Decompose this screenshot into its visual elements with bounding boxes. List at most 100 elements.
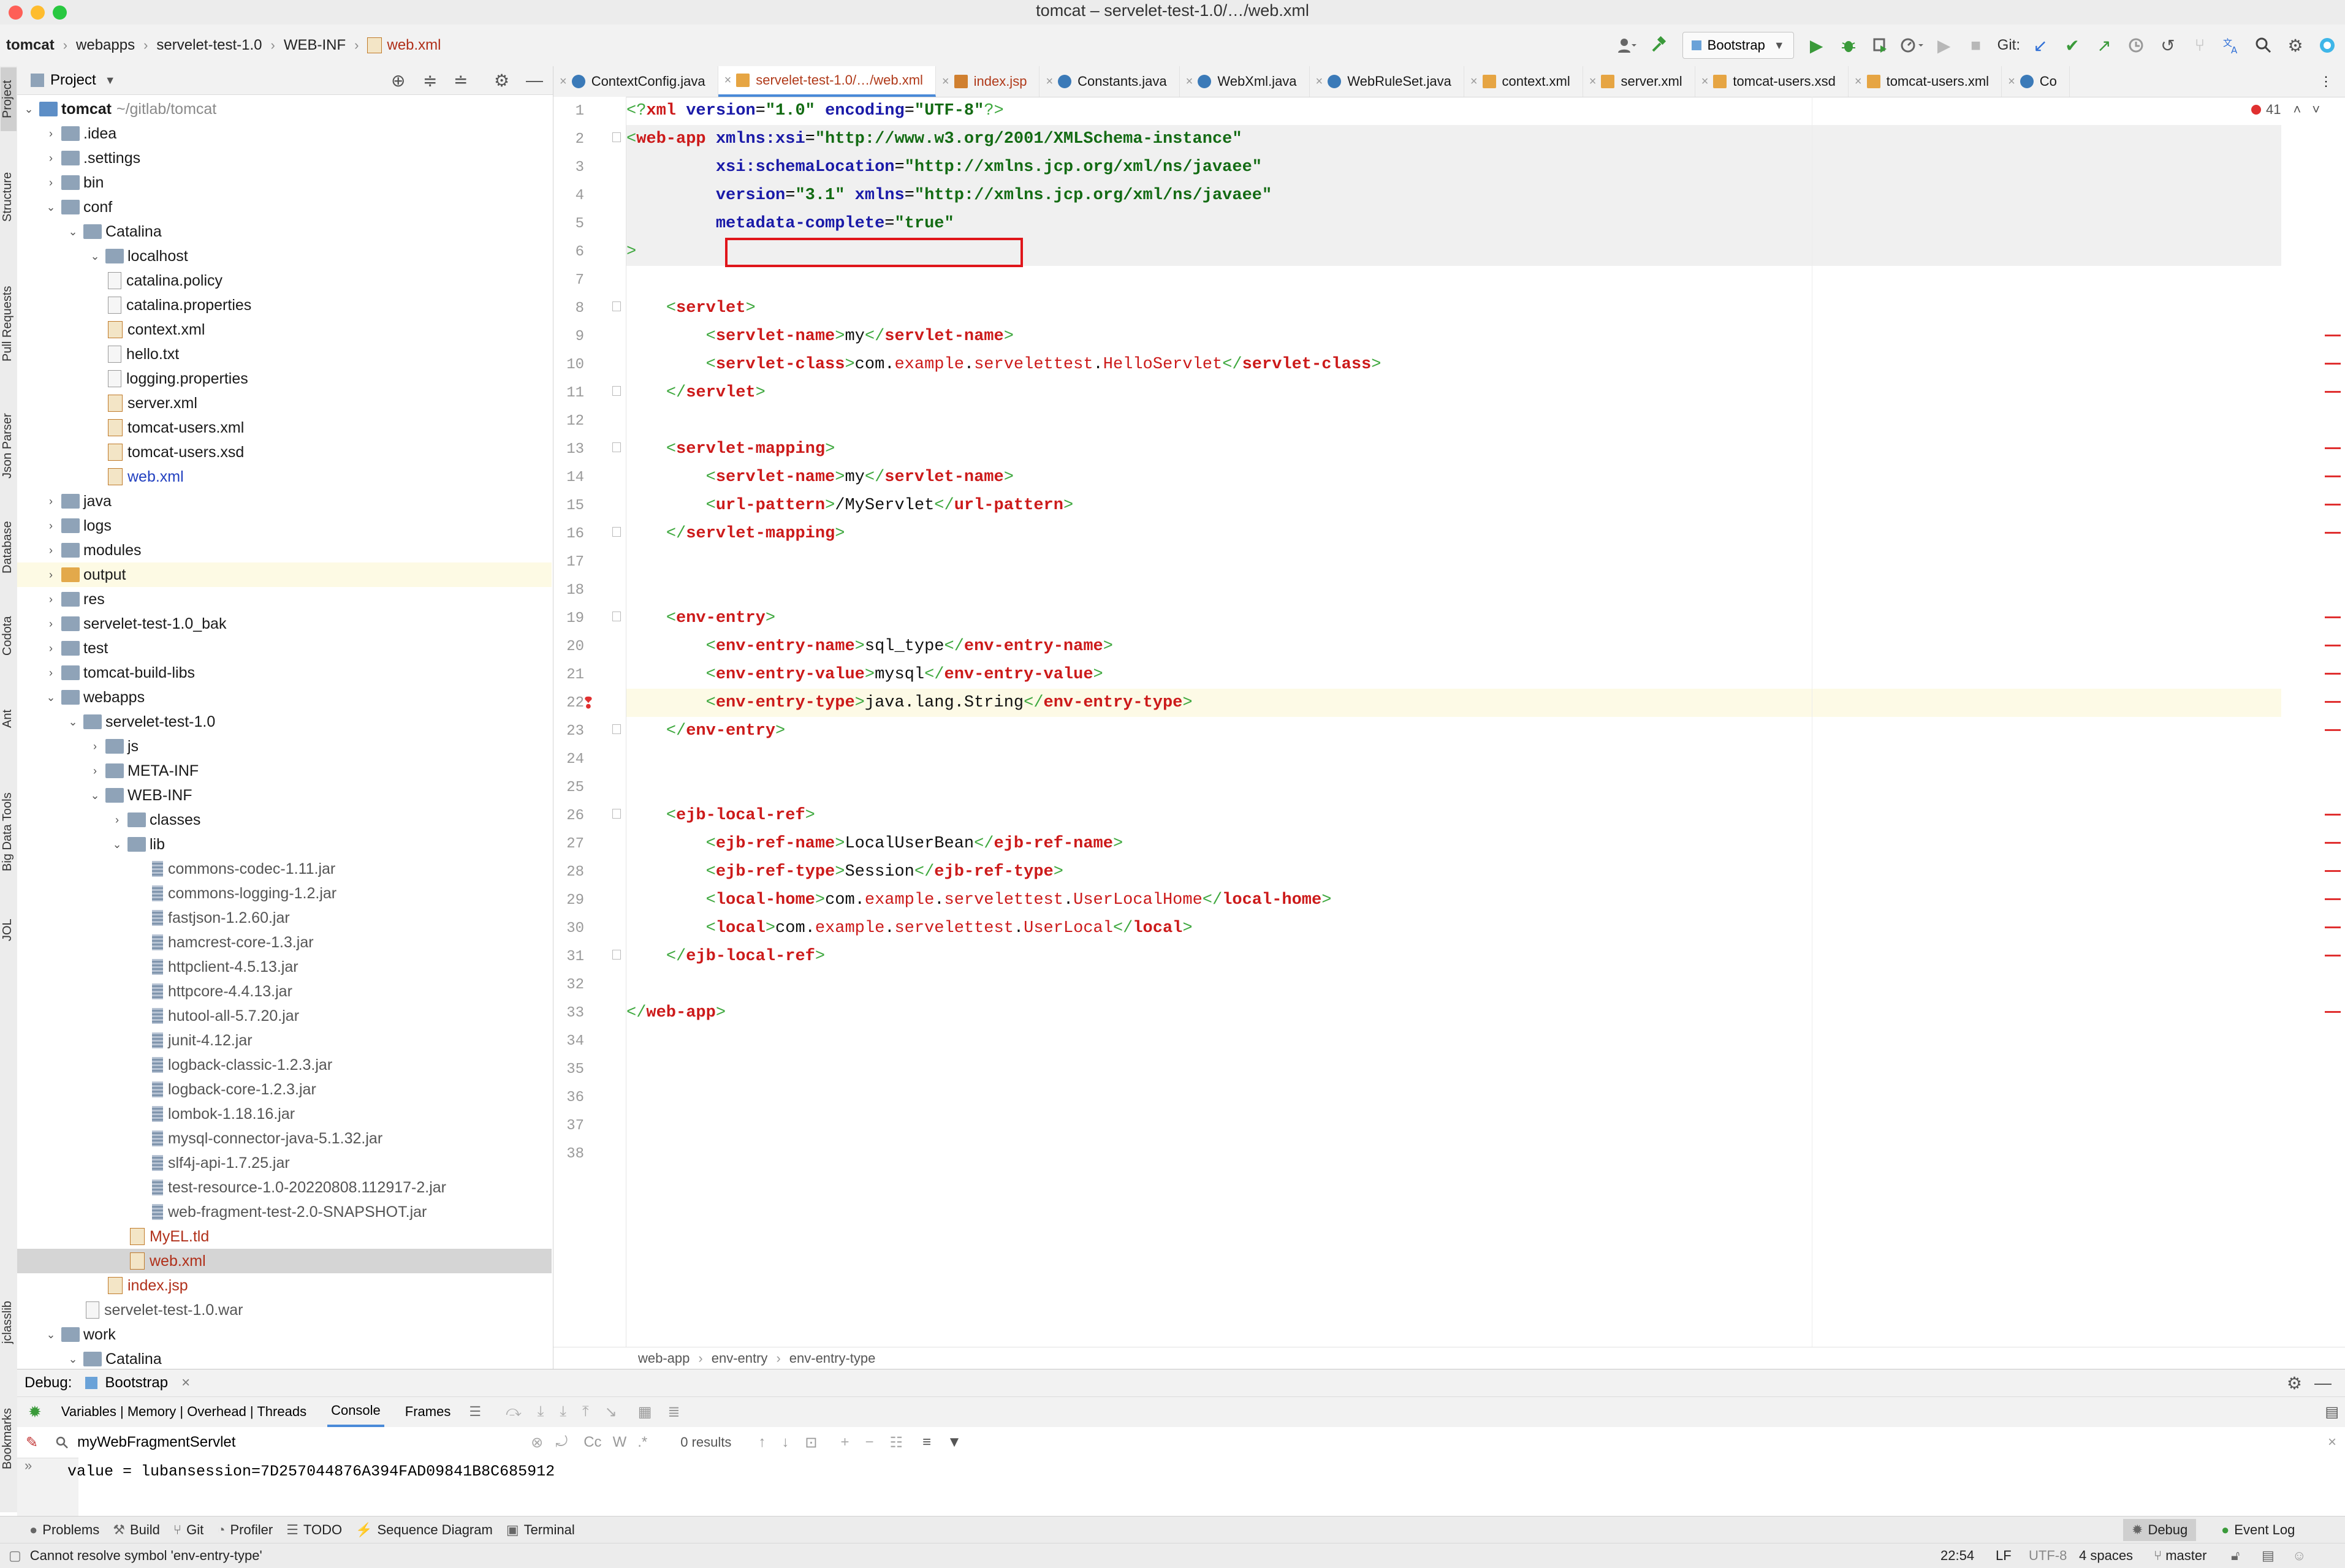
tree-item[interactable]: › test xyxy=(17,636,552,661)
code-line[interactable]: </servlet> xyxy=(626,379,2281,407)
expand-all-icon[interactable]: ≑ xyxy=(423,70,437,91)
tree-item[interactable]: httpcore-4.4.13.jar xyxy=(17,979,552,1004)
breadcrumb-item-web-inf[interactable]: WEB-INF xyxy=(284,37,346,54)
tool-todo[interactable]: ☰ TODO xyxy=(286,1522,342,1538)
tree-item[interactable]: httpclient-4.5.13.jar xyxy=(17,955,552,979)
tree-item[interactable]: › tomcat-build-libs xyxy=(17,661,552,685)
editor-tab[interactable]: × tomcat-users.xsd xyxy=(1695,66,1849,97)
line-number[interactable]: 33 xyxy=(553,1005,584,1021)
regex-toggle[interactable]: .* xyxy=(637,1434,647,1451)
line-number[interactable]: 30 xyxy=(553,920,584,937)
line-number[interactable]: 29 xyxy=(553,892,584,909)
settings-gear-icon[interactable]: ⚙ xyxy=(2281,31,2309,59)
next-occurrence-icon[interactable]: ↓ xyxy=(781,1434,789,1451)
hide-panel-icon[interactable]: — xyxy=(526,70,543,90)
line-number[interactable]: 4 xyxy=(553,187,584,204)
chevron-down-icon[interactable]: ˅ xyxy=(2312,102,2320,118)
force-step-into-icon[interactable]: ⤓ xyxy=(560,1403,566,1420)
code-line[interactable]: <env-entry-value>mysql</env-entry-value> xyxy=(626,661,2281,689)
error-stripe-marker[interactable] xyxy=(2325,391,2341,393)
regex-history-icon[interactable]: ⤾ xyxy=(555,1434,568,1451)
tree-item[interactable]: logging.properties xyxy=(17,366,552,391)
code-line[interactable] xyxy=(626,773,2281,801)
line-number[interactable]: 26 xyxy=(553,808,584,824)
line-number[interactable]: 36 xyxy=(553,1089,584,1106)
error-stripe-marker[interactable] xyxy=(2325,616,2341,618)
fold-marker-icon[interactable] xyxy=(612,386,621,396)
code-line[interactable] xyxy=(626,266,2281,294)
chevron-right-icon[interactable]: › xyxy=(43,642,59,655)
chevron-right-icon[interactable]: › xyxy=(43,569,59,581)
history-icon[interactable] xyxy=(2122,31,2150,59)
resume-icon[interactable]: ▶ xyxy=(1930,31,1958,59)
code-line[interactable]: <ejb-local-ref> xyxy=(626,801,2281,830)
code-line[interactable]: <env-entry-type>java.lang.String</env-en… xyxy=(626,689,2281,717)
code-line[interactable] xyxy=(626,1027,2281,1055)
error-stripe-marker[interactable] xyxy=(2325,926,2341,928)
error-stripe-marker[interactable] xyxy=(2325,729,2341,731)
previous-occurrence-icon[interactable]: ↑ xyxy=(758,1434,766,1451)
chevron-right-icon[interactable]: › xyxy=(43,176,59,189)
line-number[interactable]: 32 xyxy=(553,977,584,993)
hide-panel-icon[interactable]: — xyxy=(2314,1373,2332,1393)
breadcrumb-item-webapps[interactable]: webapps xyxy=(76,37,135,54)
step-into-icon[interactable]: ⤓ xyxy=(538,1403,544,1420)
line-number[interactable]: 5 xyxy=(553,216,584,232)
step-over-icon[interactable]: ⤼ xyxy=(506,1403,522,1420)
error-stripe-marker[interactable] xyxy=(2325,814,2341,816)
tool-git[interactable]: ⑂ Git xyxy=(173,1522,203,1538)
tree-item[interactable]: › java xyxy=(17,489,552,513)
code-line[interactable] xyxy=(626,1083,2281,1112)
chevron-right-icon[interactable]: › xyxy=(109,814,125,827)
tree-item[interactable]: slf4j-api-1.7.25.jar xyxy=(17,1151,552,1175)
code-line[interactable]: <web-app xmlns:xsi="http://www.w3.org/20… xyxy=(626,125,2281,153)
close-icon[interactable]: × xyxy=(1855,75,1862,89)
stop-icon[interactable]: ■ xyxy=(1962,31,1990,59)
chevron-down-icon[interactable]: ⌄ xyxy=(87,250,103,263)
code-line[interactable]: <servlet-name>my</servlet-name> xyxy=(626,322,2281,350)
line-number[interactable]: 8 xyxy=(553,300,584,317)
line-number[interactable]: 19 xyxy=(553,610,584,627)
close-icon[interactable]: × xyxy=(942,75,949,89)
editor-crumb-env-entry-type[interactable]: env-entry-type xyxy=(789,1350,876,1366)
chevron-right-icon[interactable]: › xyxy=(87,740,103,753)
filter-icon[interactable]: ▼ xyxy=(947,1434,962,1451)
status-panel-icon[interactable]: ▢ xyxy=(9,1548,21,1564)
chevron-down-icon[interactable]: ⌄ xyxy=(87,789,103,802)
error-stripe-marker[interactable] xyxy=(2325,842,2341,844)
code-line[interactable]: </servlet-mapping> xyxy=(626,520,2281,548)
remove-occurrence-icon[interactable]: − xyxy=(865,1434,874,1451)
close-icon[interactable]: × xyxy=(1589,75,1597,89)
code-line[interactable]: <local>com.example.servelettest.UserLoca… xyxy=(626,914,2281,942)
tree-item[interactable]: commons-logging-1.2.jar xyxy=(17,881,552,906)
tree-item[interactable]: servelet-test-1.0.war xyxy=(17,1298,552,1322)
tree-item[interactable]: › output xyxy=(17,562,552,587)
side-tab-big-data-tools[interactable]: Big Data Tools xyxy=(1,771,17,893)
chevron-down-icon[interactable]: ⌄ xyxy=(65,1353,81,1366)
code-line[interactable]: <ejb-ref-type>Session</ejb-ref-type> xyxy=(626,858,2281,886)
account-icon[interactable] xyxy=(1613,31,1641,59)
editor-crumb-env-entry[interactable]: env-entry xyxy=(712,1350,768,1366)
status-line-separator[interactable]: LF xyxy=(1996,1548,2012,1564)
line-number[interactable]: 1 xyxy=(553,103,584,119)
chevron-down-icon[interactable]: ⌄ xyxy=(43,201,59,214)
tree-item[interactable]: index.jsp xyxy=(17,1273,552,1298)
code-line[interactable]: <ejb-ref-name>LocalUserBean</ejb-ref-nam… xyxy=(626,830,2281,858)
error-bulb-icon[interactable]: ❢ xyxy=(582,694,595,713)
line-number[interactable]: 14 xyxy=(553,469,584,486)
match-case-toggle[interactable]: Cc xyxy=(583,1434,601,1451)
status-caret-position[interactable]: 22:54 xyxy=(1940,1548,1974,1564)
code-line[interactable]: <url-pattern>/MyServlet</url-pattern> xyxy=(626,491,2281,520)
error-stripe[interactable] xyxy=(2325,97,2343,1347)
line-number[interactable]: 34 xyxy=(553,1033,584,1050)
editor-tab[interactable]: × tomcat-users.xml xyxy=(1849,66,2002,97)
close-icon[interactable]: × xyxy=(1701,75,1709,89)
error-stripe-marker[interactable] xyxy=(2325,504,2341,506)
line-number[interactable]: 31 xyxy=(553,949,584,965)
layout-menu-icon[interactable]: ☰ xyxy=(469,1404,481,1420)
line-number[interactable]: 17 xyxy=(553,554,584,570)
evaluate-expression-icon[interactable]: ▦ xyxy=(638,1403,652,1421)
chevron-right-icon[interactable]: › xyxy=(43,152,59,165)
tree-item[interactable]: logback-classic-1.2.3.jar xyxy=(17,1053,552,1077)
chevron-down-icon[interactable]: ⌄ xyxy=(21,103,37,116)
